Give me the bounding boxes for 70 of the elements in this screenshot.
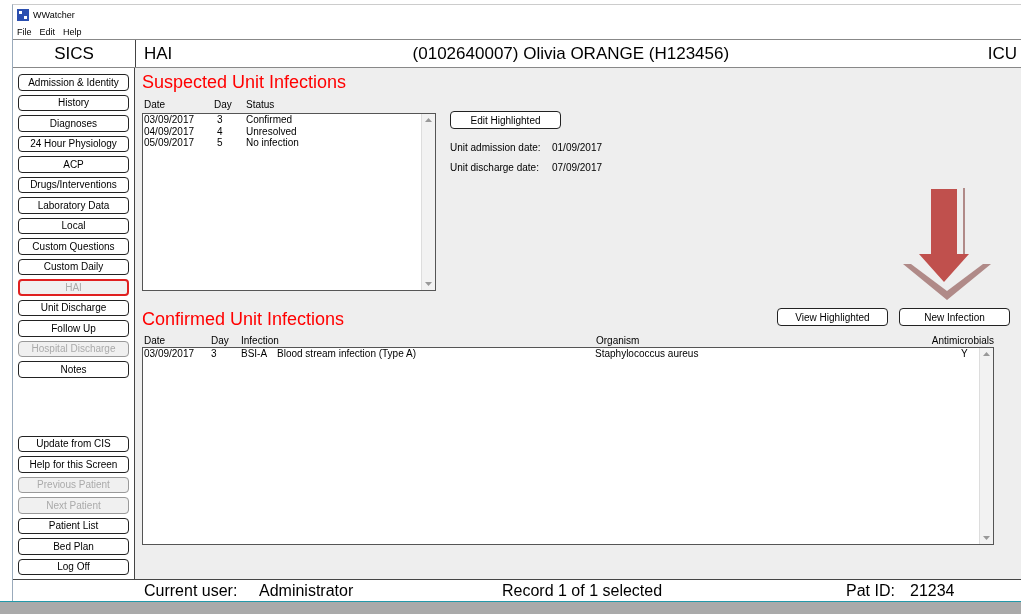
infection-button[interactable]: New Infection [899,308,1010,326]
nav-button[interactable]: Custom Daily [18,258,129,275]
patient-name: (0102640007) Olivia ORANGE (H123456) [411,43,731,64]
table-cell-text: 03/09/2017 [143,348,196,360]
table-cell-text: 05/09/2017 [143,137,196,149]
nav-button[interactable]: Unit Discharge [18,299,129,316]
table-cell-text: 04/09/2017 [143,125,196,137]
scrollbar[interactable] [421,114,435,290]
menu-item[interactable]: Help [63,27,82,37]
column-header: Organism [596,335,641,346]
table-cell-text: BSI-A [241,348,269,360]
scroll-down-icon[interactable] [424,279,433,288]
table-cell-text: 3 [211,348,218,360]
status-label: Pat ID: [846,582,896,600]
app-icon [17,9,29,21]
nav-button[interactable]: Laboratory Data [18,197,129,214]
table-cell: Unresolved [246,125,297,137]
table-cell-text: 03/09/2017 [143,114,196,126]
column-header: Infection [241,335,280,346]
edit-highlighted-button[interactable]: Edit Highlighted [450,111,561,129]
scrollbar[interactable] [979,348,993,544]
action-button[interactable]: Help for this Screen [18,456,129,473]
status-value: 21234 [910,582,955,600]
window-title: WWatcher [33,10,75,20]
table-cell: Y [961,348,968,360]
table-cell-text: 4 [217,125,224,137]
nav-button[interactable]: History [18,94,129,111]
nav-button[interactable]: Local [18,217,129,234]
field-value: 01/09/2017 [552,142,603,153]
nav-button[interactable]: Custom Questions [18,238,129,255]
column-header: Status [246,99,276,110]
screen-title: HAI [143,43,174,64]
app-name: SICS [54,43,94,64]
action-button[interactable]: Patient List [18,517,129,534]
nav-button[interactable]: 24 Hour Physiology [18,135,129,152]
menu-item[interactable]: File [17,27,32,37]
nav-button[interactable]: ACP [18,156,129,173]
column-header: Date [144,335,167,346]
field-label: Unit admission date: [450,142,542,153]
column-header: Day [211,335,230,346]
column-header: Antimicrobials [931,335,994,346]
table-cell-text: 5 [217,137,224,149]
section-title: Suspected Unit Infections [142,72,347,92]
nav-button[interactable]: Notes [18,361,129,378]
nav-button[interactable]: Drugs/Interventions [18,176,129,193]
table-cell-text: Staphylococcus aureus [595,348,700,360]
field-value: 07/09/2017 [552,162,603,173]
table-cell-text: 3 [217,114,224,126]
column-header: Day [214,99,233,110]
action-button[interactable]: Bed Plan [18,538,129,555]
nav-button[interactable]: Diagnoses [18,115,129,132]
table-cell: Confirmed [246,114,293,126]
status-value: Administrator [259,582,355,600]
unit-name: ICU [987,43,1018,64]
action-button[interactable]: Update from CIS [18,435,129,452]
field-label: Unit discharge date: [450,162,540,173]
action-button[interactable]: Log Off [18,558,129,575]
section-title: Confirmed Unit Infections [142,309,345,329]
column-header: Date [144,99,167,110]
table-cell: No infection [246,137,299,149]
table-cell-text: Blood stream infection (Type A) [277,348,417,360]
scroll-up-icon[interactable] [982,350,991,359]
infection-button[interactable]: View Highlighted [777,308,888,326]
nav-button[interactable]: Follow Up [18,320,129,337]
scroll-down-icon[interactable] [982,533,991,542]
menu-item[interactable]: Edit [39,27,56,37]
status-label: Current user: [144,582,239,600]
scroll-up-icon[interactable] [424,116,433,125]
nav-button[interactable]: Admission & Identity [18,74,129,91]
status-text: Record 1 of 1 selected [502,582,664,600]
